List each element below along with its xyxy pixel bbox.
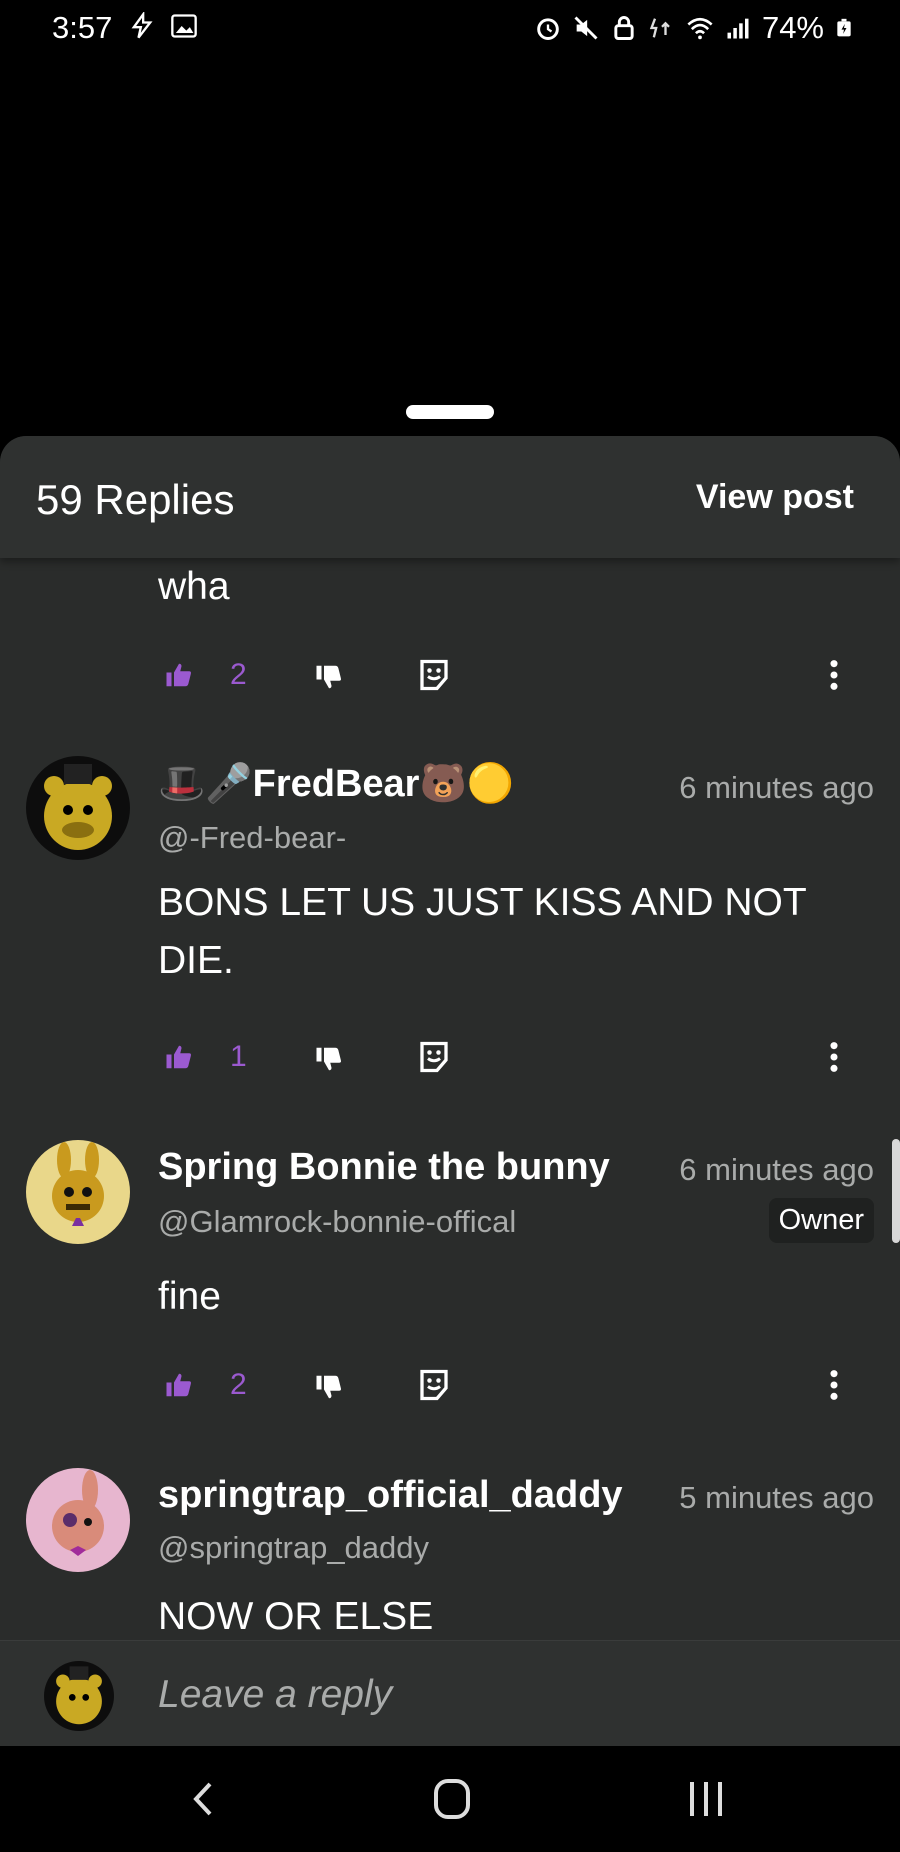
scroll-indicator[interactable] — [892, 1139, 900, 1243]
data-icon — [649, 18, 670, 38]
battery-icon — [837, 18, 851, 37]
my-avatar — [44, 1661, 114, 1731]
owner-badge: Owner — [768, 1198, 874, 1243]
like-icon[interactable] — [164, 660, 194, 690]
view-post-button[interactable]: View post — [696, 478, 854, 517]
sticker-icon[interactable] — [416, 1038, 452, 1076]
comment-actions: 2 — [158, 1364, 858, 1412]
mute-icon — [574, 16, 598, 40]
status-time: 3:57 — [52, 10, 113, 45]
timestamp: 6 minutes ago — [679, 1152, 874, 1187]
like-count: 2 — [230, 658, 247, 691]
comment-actions: 2 — [158, 654, 858, 702]
user-handle: @-Fred-bear- — [158, 820, 347, 855]
like-count: 1 — [230, 1040, 247, 1073]
sticker-icon[interactable] — [416, 656, 452, 694]
avatar[interactable] — [26, 756, 130, 860]
comment-text: NOW OR ELSE — [158, 1595, 434, 1638]
replies-sheet: 59 Replies View post wha 2 🎩🎤FredBear🐻🟡 … — [0, 436, 900, 1746]
user-name[interactable]: springtrap_official_daddy — [158, 1474, 636, 1517]
dislike-icon[interactable] — [314, 662, 344, 692]
comment-text: wha — [158, 565, 230, 608]
status-bar: 3:57 74% — [0, 0, 900, 56]
recent-apps-icon[interactable] — [676, 1774, 736, 1824]
wifi-icon — [687, 17, 713, 40]
user-name[interactable]: Spring Bonnie the bunny — [158, 1146, 636, 1189]
more-options-icon[interactable] — [828, 1368, 840, 1402]
reply-bar — [0, 1640, 900, 1746]
comment-text: BONS LET US JUST KISS AND NOT DIE. — [158, 881, 807, 982]
system-nav-bar — [0, 1746, 900, 1852]
dislike-icon[interactable] — [314, 1372, 344, 1402]
user-handle: @Glamrock-bonnie-offical — [158, 1204, 517, 1239]
home-icon[interactable] — [422, 1774, 482, 1824]
more-options-icon[interactable] — [828, 658, 840, 692]
sticker-icon[interactable] — [416, 1366, 452, 1404]
flash-icon — [131, 12, 153, 39]
user-name[interactable]: 🎩🎤FredBear🐻🟡 — [158, 762, 514, 806]
reply-input[interactable] — [158, 1667, 858, 1723]
like-icon[interactable] — [164, 1370, 194, 1400]
signal-icon — [727, 18, 749, 39]
battery-percent: 74% — [761, 10, 824, 45]
sheet-drag-handle[interactable] — [406, 405, 494, 419]
avatar[interactable] — [26, 1468, 130, 1572]
dislike-icon[interactable] — [314, 1044, 344, 1074]
timestamp: 5 minutes ago — [679, 1480, 874, 1515]
replies-feed[interactable]: wha 2 🎩🎤FredBear🐻🟡 6 minutes ago @-Fred-… — [0, 558, 900, 1640]
back-icon[interactable] — [172, 1774, 232, 1824]
replies-count: 59 Replies — [36, 476, 235, 523]
comment-text: fine — [158, 1275, 221, 1318]
comment-actions: 1 — [158, 1036, 858, 1084]
sheet-header: 59 Replies View post — [0, 436, 900, 558]
alarm-icon — [537, 18, 559, 40]
timestamp: 6 minutes ago — [679, 770, 874, 805]
avatar[interactable] — [26, 1140, 130, 1244]
like-count: 2 — [230, 1368, 247, 1401]
more-options-icon[interactable] — [828, 1040, 840, 1074]
image-icon — [171, 14, 197, 38]
user-handle: @springtrap_daddy — [158, 1530, 430, 1565]
lock-icon — [614, 16, 634, 40]
like-icon[interactable] — [164, 1042, 194, 1072]
